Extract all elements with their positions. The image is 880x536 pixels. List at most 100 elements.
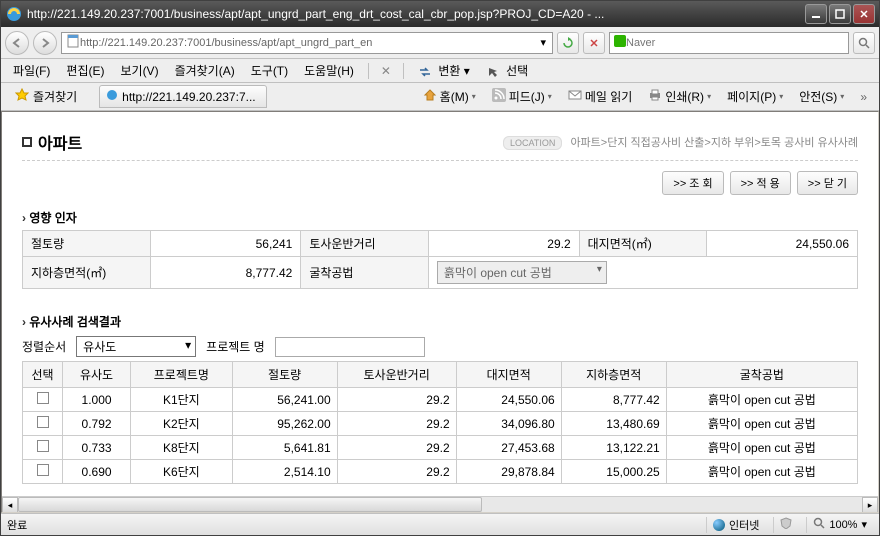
print-button[interactable]: 인쇄(R)▾ <box>642 86 717 107</box>
search-bar[interactable] <box>609 32 849 54</box>
excavation-method-dropdown[interactable]: 흙막이 open cut 공법 <box>437 261 607 284</box>
table-row: 0.792K2단지95,262.0029.234,096.8013,480.69… <box>23 412 858 436</box>
close-bar-icon[interactable]: ✕ <box>377 64 395 78</box>
reload-button[interactable] <box>557 32 579 54</box>
sort-label: 정렬순서 <box>22 338 66 355</box>
favorites-button[interactable]: 즐겨찾기 <box>7 86 85 107</box>
results-table: 선택 유사도 프로젝트명 절토량 토사운반거리 대지면적 지하층면적 굴착공법 … <box>22 361 858 484</box>
page-header: 아파트 LOCATION 아파트>단지 직접공사비 산출>지하 부위>토목 공사… <box>22 130 858 161</box>
col-site: 대지면적 <box>456 362 561 388</box>
scroll-thumb[interactable] <box>18 497 482 512</box>
address-bar[interactable]: ▾ <box>61 32 553 54</box>
horizontal-scrollbar[interactable]: ◂ ▸ <box>2 496 878 512</box>
menu-favorites[interactable]: 즐겨찾기(A) <box>169 60 241 81</box>
cell-similarity: 0.733 <box>63 436 131 460</box>
scroll-track[interactable] <box>18 497 862 512</box>
separator <box>368 63 369 79</box>
feed-button[interactable]: 피드(J)▾ <box>486 86 558 107</box>
cell-cut: 95,262.00 <box>232 412 337 436</box>
cell-under: 8,777.42 <box>561 388 666 412</box>
factor-cut-label: 절토량 <box>23 231 151 257</box>
cell-dist: 29.2 <box>337 460 456 484</box>
factor-method-label: 굴착공법 <box>301 257 429 289</box>
cell-similarity: 1.000 <box>63 388 131 412</box>
factor-dist-value: 29.2 <box>428 231 579 257</box>
zoom-value: 100% <box>829 519 857 531</box>
search-button[interactable] <box>853 32 875 54</box>
stop-button[interactable] <box>583 32 605 54</box>
row-checkbox[interactable] <box>37 392 49 404</box>
status-internet-label: 인터넷 <box>729 517 759 533</box>
minimize-button[interactable] <box>805 4 827 24</box>
row-checkbox-cell <box>23 460 63 484</box>
menu-view[interactable]: 보기(V) <box>114 60 164 81</box>
projname-input[interactable] <box>275 337 425 357</box>
cell-project: K8단지 <box>131 436 233 460</box>
breadcrumb-text: 아파트>단지 직접공사비 산출>지하 부위>토목 공사비 유사사례 <box>570 137 858 149</box>
favorites-label: 즐겨찾기 <box>33 88 77 105</box>
row-checkbox-cell <box>23 436 63 460</box>
col-under: 지하층면적 <box>561 362 666 388</box>
back-button[interactable] <box>5 31 29 55</box>
forward-button[interactable] <box>33 31 57 55</box>
status-done: 완료 <box>7 517 27 533</box>
page-button[interactable]: 페이지(P)▾ <box>721 86 789 107</box>
status-zone: 인터넷 <box>706 517 765 533</box>
apply-button[interactable]: >> 적 용 <box>730 171 791 195</box>
zoom-dropdown-icon[interactable]: ▾ <box>861 518 867 531</box>
address-bar-row: ▾ <box>1 27 879 59</box>
menu-help[interactable]: 도움말(H) <box>298 60 360 81</box>
cell-under: 13,480.69 <box>561 412 666 436</box>
maximize-button[interactable] <box>829 4 851 24</box>
browser-window: http://221.149.20.237:7001/business/apt/… <box>0 0 880 536</box>
close-button[interactable] <box>853 4 875 24</box>
cell-method: 흙막이 open cut 공법 <box>666 388 857 412</box>
menu-tools[interactable]: 도구(T) <box>245 60 294 81</box>
factors-heading: 영향 인자 <box>22 209 858 226</box>
scroll-left-button[interactable]: ◂ <box>2 497 18 513</box>
menubar: 파일(F) 편집(E) 보기(V) 즐겨찾기(A) 도구(T) 도움말(H) ✕… <box>1 59 879 83</box>
home-button[interactable]: 홈(M)▾ <box>417 86 482 107</box>
table-row: 1.000K1단지56,241.0029.224,550.068,777.42흙… <box>23 388 858 412</box>
url-dropdown-icon[interactable]: ▾ <box>538 36 548 49</box>
close-popup-button[interactable]: >> 닫 기 <box>797 171 858 195</box>
tab-current[interactable]: http://221.149.20.237:7... <box>99 85 266 108</box>
mail-button[interactable]: 메일 읽기 <box>562 86 639 107</box>
page-label: 페이지(P) <box>727 88 776 105</box>
toolbar-overflow[interactable]: » <box>854 90 873 104</box>
menu-select[interactable]: 선택 <box>480 60 534 81</box>
cell-site: 29,878.84 <box>456 460 561 484</box>
search-input[interactable] <box>626 37 844 49</box>
cell-under: 13,122.21 <box>561 436 666 460</box>
cell-site: 34,096.80 <box>456 412 561 436</box>
table-row: 0.733K8단지5,641.8129.227,453.6813,122.21흙… <box>23 436 858 460</box>
print-icon <box>648 88 662 105</box>
row-checkbox-cell <box>23 388 63 412</box>
tab-page-icon <box>106 89 118 104</box>
toolbar: 즐겨찾기 http://221.149.20.237:7... 홈(M)▾ 피드… <box>1 83 879 111</box>
factor-site-label: 대지면적(㎡) <box>579 231 707 257</box>
row-checkbox[interactable] <box>37 440 49 452</box>
cell-dist: 29.2 <box>337 388 456 412</box>
safety-button[interactable]: 안전(S)▾ <box>793 86 850 107</box>
cell-cut: 5,641.81 <box>232 436 337 460</box>
cell-similarity: 0.792 <box>63 412 131 436</box>
sort-select[interactable]: 유사도 <box>76 336 196 357</box>
results-header-row: 선택 유사도 프로젝트명 절토량 토사운반거리 대지면적 지하층면적 굴착공법 <box>23 362 858 388</box>
row-checkbox[interactable] <box>37 416 49 428</box>
menu-edit[interactable]: 편집(E) <box>60 60 110 81</box>
location-badge: LOCATION <box>503 136 562 150</box>
zoom-control[interactable]: 100% ▾ <box>806 517 873 533</box>
cell-similarity: 0.690 <box>63 460 131 484</box>
cell-project: K2단지 <box>131 412 233 436</box>
col-cut: 절토량 <box>232 362 337 388</box>
cell-method: 흙막이 open cut 공법 <box>666 436 857 460</box>
menu-convert[interactable]: 변환 ▾ <box>412 60 476 81</box>
menu-select-label: 선택 <box>506 64 528 78</box>
url-input[interactable] <box>80 37 538 49</box>
title-bullet-icon <box>22 137 32 147</box>
lookup-button[interactable]: >> 조 회 <box>662 171 723 195</box>
row-checkbox[interactable] <box>37 464 49 476</box>
menu-file[interactable]: 파일(F) <box>7 60 56 81</box>
scroll-right-button[interactable]: ▸ <box>862 497 878 513</box>
